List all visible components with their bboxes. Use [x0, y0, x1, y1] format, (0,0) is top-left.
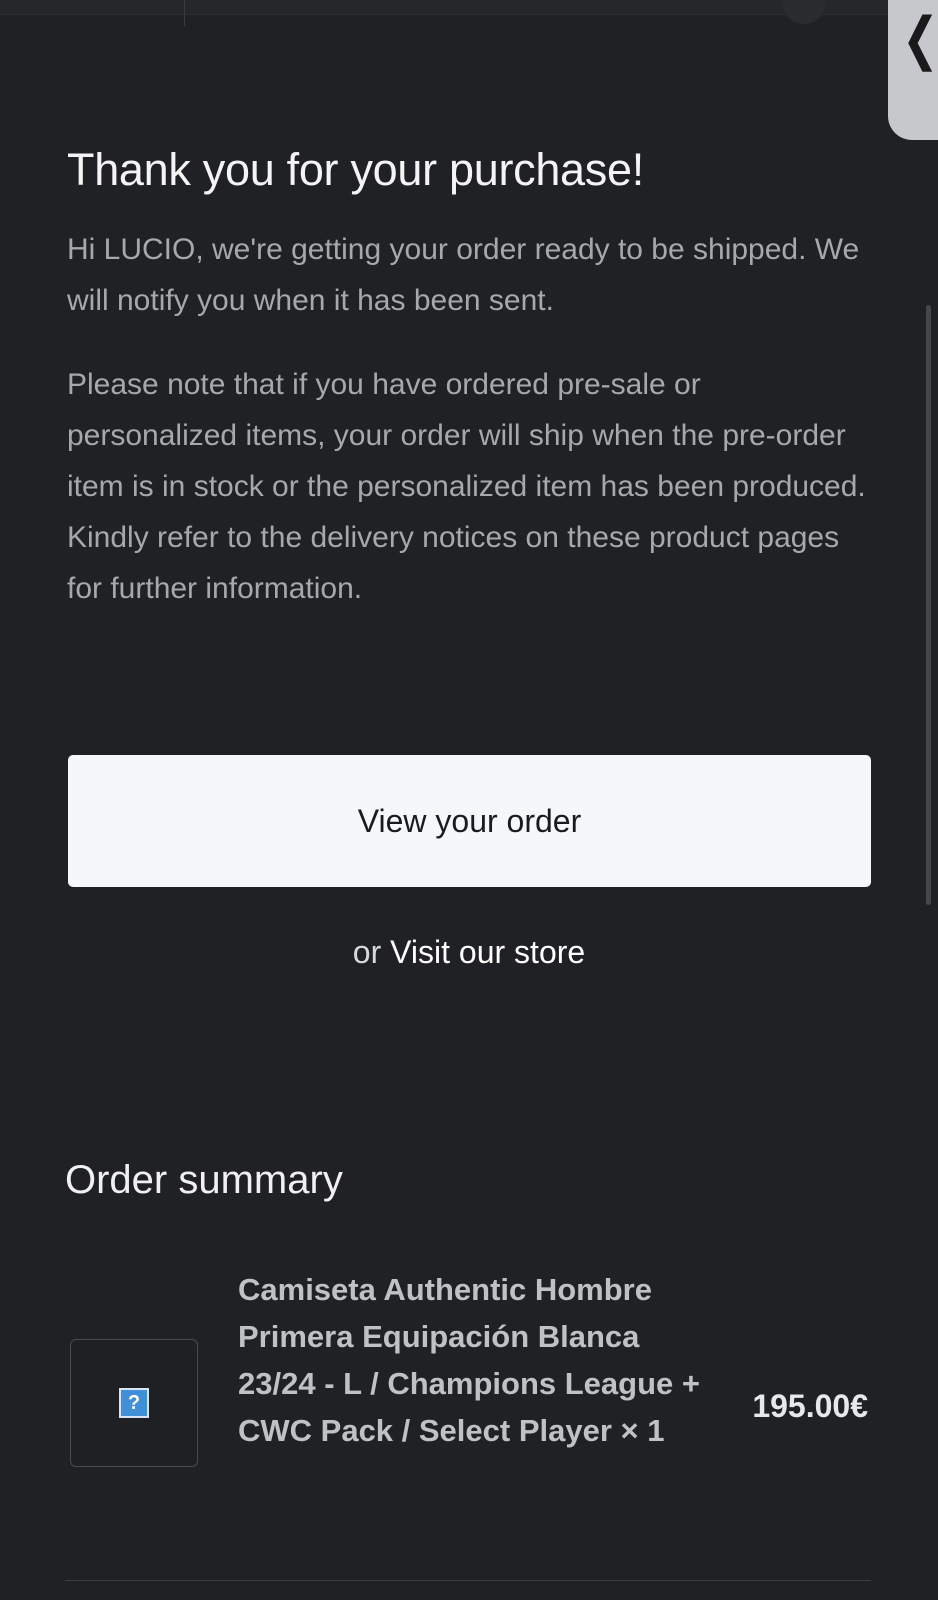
order-summary-title: Order summary	[65, 1158, 343, 1202]
product-name: Camiseta Authentic Hombre Primera Equipa…	[238, 1272, 700, 1448]
strip-divider	[184, 0, 185, 26]
chevron-left-icon: ❮	[902, 6, 938, 73]
back-tab-button[interactable]: ❮	[888, 0, 938, 140]
visit-store-link[interactable]: Visit our store	[390, 934, 585, 970]
presale-notice: Please note that if you have ordered pre…	[67, 368, 866, 605]
summary-divider	[65, 1580, 871, 1581]
missing-image-icon: ?	[119, 1388, 149, 1418]
confirmation-message: Hi LUCIO, we're getting your order ready…	[67, 233, 860, 317]
page-title: Thank you for your purchase!	[67, 144, 644, 195]
top-browser-strip	[0, 0, 890, 26]
visit-store-line: or Visit our store	[0, 930, 938, 974]
strip-handle	[782, 0, 826, 24]
product-price: 195.00€	[752, 1388, 868, 1424]
scrollbar[interactable]	[926, 305, 931, 905]
visit-store-prefix: or	[352, 934, 382, 970]
product-thumbnail: ?	[70, 1339, 198, 1467]
view-order-button[interactable]: View your order	[68, 755, 871, 887]
view-order-label: View your order	[357, 802, 582, 839]
